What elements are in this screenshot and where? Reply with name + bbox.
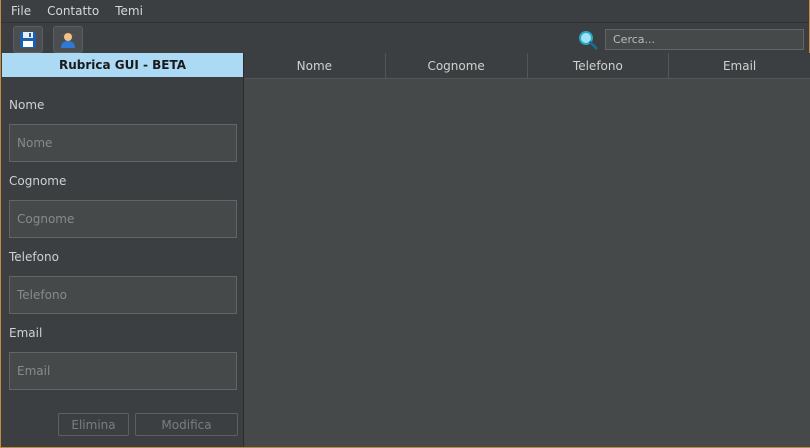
form-title: Rubrica GUI - BETA	[2, 53, 243, 77]
delete-button[interactable]: Elimina	[58, 413, 129, 436]
app-window: File Contatto Temi Rubrica GUI - B	[0, 0, 810, 448]
save-button[interactable]	[13, 26, 43, 53]
menu-contatto[interactable]: Contatto	[39, 0, 107, 22]
menu-file[interactable]: File	[3, 0, 39, 22]
search-input[interactable]	[605, 29, 804, 50]
telefono-label: Telefono	[9, 250, 59, 264]
cognome-label: Cognome	[9, 174, 67, 188]
column-header-nome[interactable]: Nome	[244, 53, 386, 78]
contact-form-panel: Rubrica GUI - BETA Nome Cognome Telefono…	[2, 53, 244, 447]
toolbar	[1, 22, 809, 53]
add-contact-button[interactable]	[53, 26, 83, 53]
column-header-telefono[interactable]: Telefono	[528, 53, 670, 78]
nome-label: Nome	[9, 98, 45, 112]
cognome-field[interactable]	[9, 200, 237, 238]
nome-field[interactable]	[9, 124, 237, 162]
floppy-disk-icon	[20, 31, 36, 48]
column-header-cognome[interactable]: Cognome	[386, 53, 528, 78]
telefono-field[interactable]	[9, 276, 237, 314]
user-icon	[61, 32, 75, 48]
table-header: Nome Cognome Telefono Email	[244, 53, 810, 79]
search-icon	[579, 31, 598, 50]
email-field[interactable]	[9, 352, 237, 390]
menu-temi[interactable]: Temi	[107, 0, 151, 22]
menubar: File Contatto Temi	[1, 0, 809, 22]
email-label: Email	[9, 326, 43, 340]
column-header-email[interactable]: Email	[669, 53, 810, 78]
contacts-table[interactable]: Nome Cognome Telefono Email	[244, 53, 810, 447]
edit-button[interactable]: Modifica	[135, 413, 238, 436]
